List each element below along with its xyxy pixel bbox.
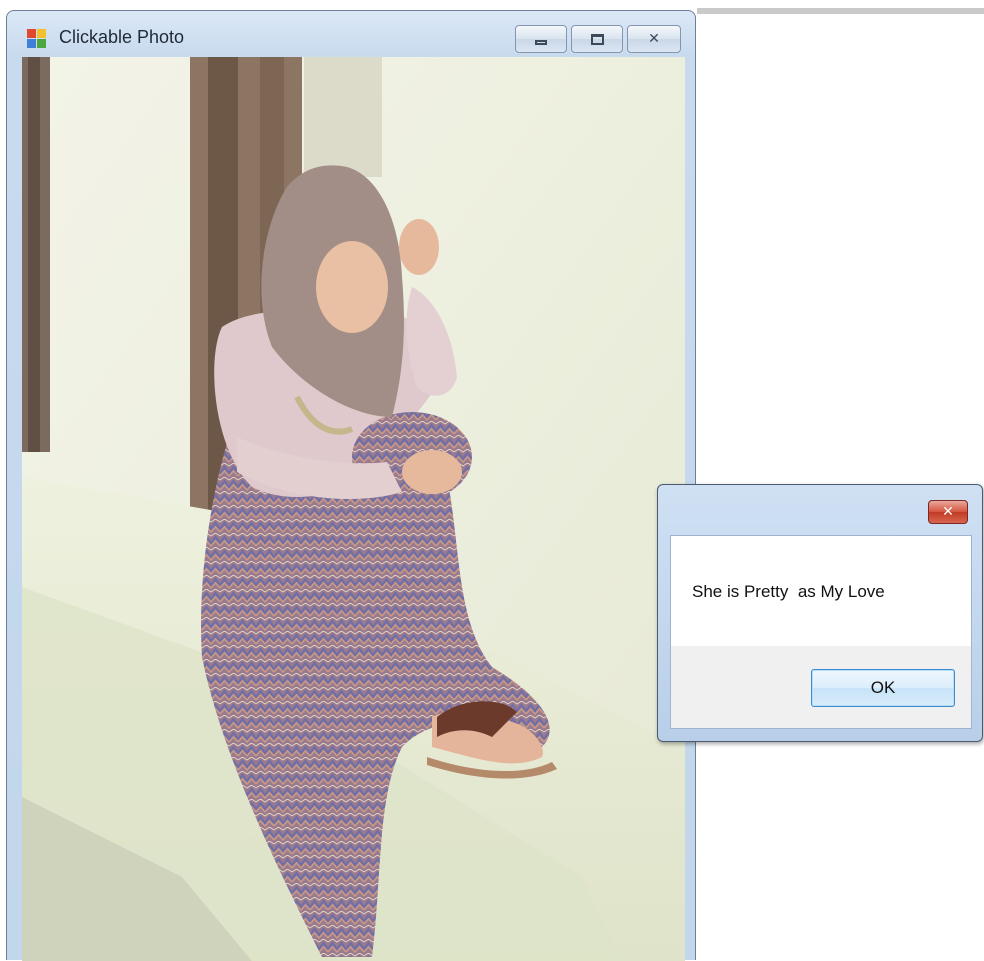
close-button[interactable]: ✕	[627, 25, 681, 53]
minimize-button[interactable]	[515, 25, 567, 53]
window-title: Clickable Photo	[59, 27, 185, 47]
maximize-button[interactable]	[571, 25, 623, 53]
title-bar[interactable]: Clickable Photo ✕	[7, 11, 695, 57]
ok-button[interactable]: OK	[811, 669, 955, 707]
dialog-footer: OK	[671, 646, 971, 728]
caption-buttons: ✕	[515, 25, 681, 53]
close-icon: ✕	[942, 504, 954, 520]
app-window-icon	[27, 29, 47, 49]
maximize-icon	[590, 33, 604, 45]
minimize-icon	[535, 39, 547, 45]
photo-woman-sitting	[22, 57, 685, 961]
message-dialog: ✕ She is Pretty as My Love OK	[657, 484, 983, 742]
clickable-photo[interactable]	[22, 57, 685, 961]
dialog-body: She is Pretty as My Love OK	[670, 535, 972, 729]
background-edge	[697, 8, 984, 14]
dialog-close-button[interactable]: ✕	[928, 500, 968, 524]
main-window: Clickable Photo ✕	[6, 10, 696, 961]
dialog-message: She is Pretty as My Love	[692, 582, 885, 601]
close-icon: ✕	[648, 31, 660, 47]
